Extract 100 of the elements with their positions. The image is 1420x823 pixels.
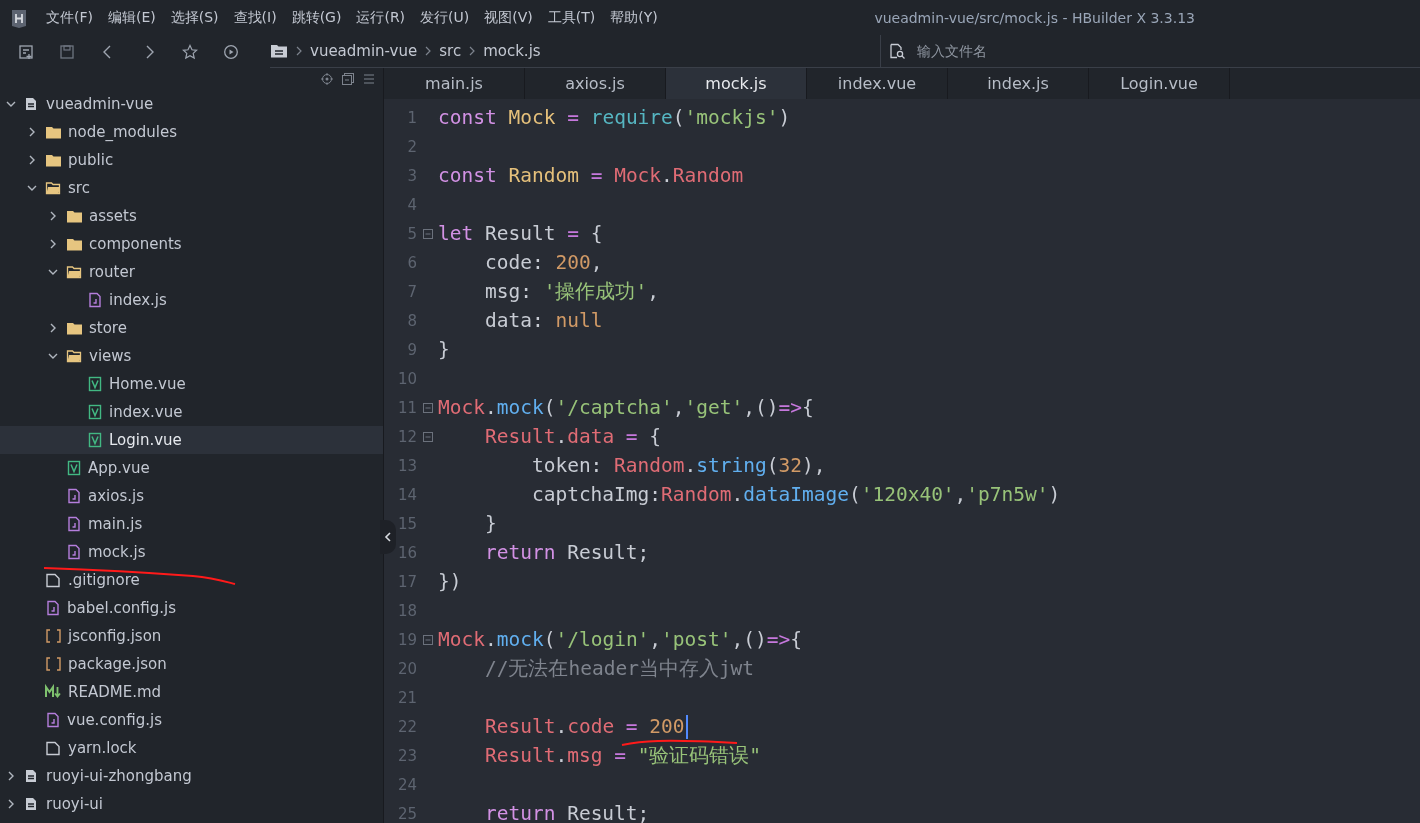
chevron-right-icon[interactable] xyxy=(27,127,37,137)
fold-icon xyxy=(422,228,433,239)
chevron-right-icon xyxy=(424,46,433,56)
menu-item[interactable]: 选择(S) xyxy=(170,8,219,27)
line-number: 10 xyxy=(396,369,417,388)
file-icon xyxy=(45,740,62,756)
js-file-icon xyxy=(87,292,103,308)
tree-item[interactable]: node_modules xyxy=(0,118,383,146)
code-line: const Mock = require('mockjs') xyxy=(438,107,791,128)
code-line: Mock.mock('/login','post',()=>{ xyxy=(438,629,803,650)
tree-item[interactable]: package.json xyxy=(0,650,383,678)
tree-item[interactable]: jsconfig.json xyxy=(0,622,383,650)
tree-item[interactable]: views xyxy=(0,342,383,370)
line-number: 1 xyxy=(406,108,417,127)
line-number: 14 xyxy=(396,485,417,504)
code-line: Mock.mock('/captcha','get',()=>{ xyxy=(438,397,814,418)
line-number: 23 xyxy=(396,746,417,765)
line-number: 5 xyxy=(406,224,417,243)
menu-item[interactable]: 工具(T) xyxy=(547,8,596,27)
breadcrumb-item[interactable]: src xyxy=(439,42,462,60)
code-line: const Random = Mock.Random xyxy=(438,165,744,186)
line-number: 11 xyxy=(396,398,417,417)
tree-item[interactable]: components xyxy=(0,230,383,258)
chevron-right-icon[interactable] xyxy=(27,155,37,165)
chevron-down-icon[interactable] xyxy=(27,183,37,193)
editor-tab[interactable]: mock.js xyxy=(666,68,807,99)
code-line: } xyxy=(483,513,497,534)
tree-item[interactable]: ruoyi-ui xyxy=(0,790,383,818)
vue-file-icon xyxy=(87,376,103,392)
line-number: 24 xyxy=(396,775,417,794)
chevron-down-icon[interactable] xyxy=(6,99,16,109)
menu-item[interactable]: 查找(I) xyxy=(233,8,277,27)
chevron-right-icon[interactable] xyxy=(48,323,58,333)
chevron-down-icon[interactable] xyxy=(48,351,58,361)
tree-item[interactable]: README.md xyxy=(0,678,383,706)
menu-item[interactable]: 文件(F) xyxy=(46,8,93,27)
code-line: Result.code = 200 xyxy=(483,716,685,737)
tree-item[interactable]: .gitignore xyxy=(0,566,383,594)
tree-item[interactable]: babel.config.js xyxy=(0,594,383,622)
menu-item[interactable]: 视图(V) xyxy=(484,8,533,27)
tree-item[interactable]: assets xyxy=(0,202,383,230)
menu-item[interactable]: 帮助(Y) xyxy=(610,8,658,27)
tree-item[interactable]: ruoyi-ui-zhongbang xyxy=(0,762,383,790)
menu-icon xyxy=(363,73,375,85)
menu-item[interactable]: 发行(U) xyxy=(420,8,470,27)
menu-item[interactable]: 跳转(G) xyxy=(291,8,342,27)
code-line: return Result; xyxy=(483,803,650,823)
line-number: 18 xyxy=(396,601,417,620)
js-file-icon xyxy=(66,516,82,532)
collapse-sidebar-button[interactable] xyxy=(380,520,396,554)
folder-icon xyxy=(66,320,83,336)
line-number: 3 xyxy=(406,166,417,185)
file-search-field[interactable]: 输入文件名 xyxy=(915,42,1119,60)
line-number: 15 xyxy=(396,514,417,533)
line-number: 21 xyxy=(396,688,417,707)
tree-item[interactable]: vue.config.js xyxy=(0,706,383,734)
line-number: 7 xyxy=(406,282,417,301)
line-number: 20 xyxy=(396,659,417,678)
chevron-right-icon[interactable] xyxy=(48,239,58,249)
code-comment: //无法在header当中存入jwt xyxy=(483,658,755,679)
tree-item[interactable]: public xyxy=(0,146,383,174)
tree-item[interactable]: src xyxy=(0,174,383,202)
locate-icon xyxy=(321,73,333,85)
fold-icon xyxy=(422,431,433,442)
code-line: token: Random.string(32), xyxy=(530,455,826,476)
code-line: code: 200, xyxy=(483,252,603,273)
chevron-right-icon[interactable] xyxy=(6,771,16,781)
chevron-right-icon xyxy=(295,46,303,56)
code-line: } xyxy=(438,339,450,360)
tree-item[interactable]: router xyxy=(0,258,383,286)
tree-item[interactable]: Home.vue xyxy=(0,370,383,398)
tree-item[interactable]: App.vue xyxy=(0,454,383,482)
play-icon xyxy=(223,43,239,60)
open-folder-icon xyxy=(66,348,83,364)
line-number: 6 xyxy=(406,253,417,272)
open-folder-icon xyxy=(45,180,62,196)
menu-item[interactable]: 运行(R) xyxy=(356,8,406,27)
file-icon xyxy=(45,572,62,588)
tree-item[interactable]: index.js xyxy=(0,286,383,314)
chevron-down-icon[interactable] xyxy=(48,267,58,277)
breadcrumb-item[interactable]: mock.js xyxy=(483,42,541,60)
line-number: 19 xyxy=(396,630,417,649)
tree-item[interactable]: axios.js xyxy=(0,482,383,510)
tree-item[interactable]: vueadmin-vue xyxy=(0,90,383,118)
tree-item[interactable]: index.vue xyxy=(0,398,383,426)
line-number: 12 xyxy=(396,427,417,446)
tree-item[interactable]: store xyxy=(0,314,383,342)
chevron-right-icon[interactable] xyxy=(48,211,58,221)
menu-item[interactable]: 编辑(E) xyxy=(108,8,156,27)
code-line: captchaImg:Random.dataImage('120x40','p7n5w') xyxy=(530,484,1061,505)
folder-icon xyxy=(66,208,83,224)
tree-item[interactable]: mock.js xyxy=(0,538,383,566)
tree-item[interactable]: Login.vue xyxy=(0,426,383,454)
breadcrumb-item[interactable]: vueadmin-vue xyxy=(310,42,418,60)
line-number: 8 xyxy=(406,311,417,330)
app-logo-icon xyxy=(10,7,28,28)
tree-item[interactable]: yarn.lock xyxy=(0,734,383,762)
js-file-icon xyxy=(66,488,82,504)
tree-item[interactable]: main.js xyxy=(0,510,383,538)
chevron-right-icon[interactable] xyxy=(6,799,16,809)
